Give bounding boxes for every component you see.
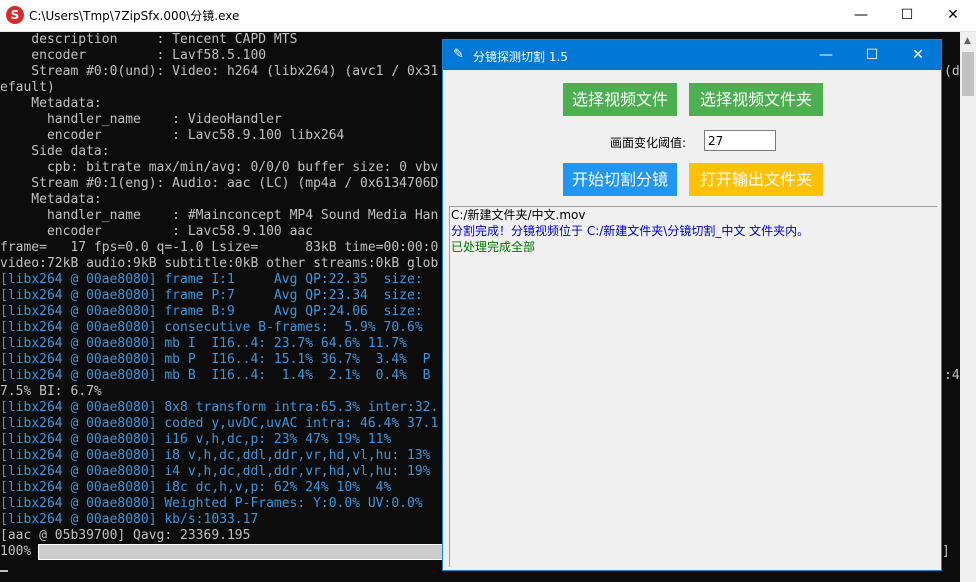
console-minimize-button[interactable]: —: [838, 0, 884, 31]
threshold-input[interactable]: 27: [704, 130, 776, 151]
tool-maximize-button[interactable]: ☐: [849, 40, 895, 70]
log-line: 分割完成！分镜视频位于 C:/新建文件夹\分镜切割_中文 文件夹内。: [451, 224, 810, 238]
scrollbar-thumb[interactable]: [962, 52, 974, 96]
select-video-folder-button[interactable]: 选择视频文件夹: [689, 83, 823, 116]
console-line-fragment: :4: [944, 368, 960, 383]
log-line: C:/新建文件夹/中文.mov: [451, 208, 586, 222]
tool-minimize-button[interactable]: —: [803, 40, 849, 70]
app-icon: S: [6, 6, 24, 24]
tool-close-button[interactable]: ✕: [895, 40, 941, 70]
start-cut-button[interactable]: 开始切割分镜: [563, 163, 677, 196]
threshold-label: 画面变化阈值:: [610, 136, 687, 150]
select-video-file-button[interactable]: 选择视频文件: [563, 83, 677, 116]
tool-window-title: 分镜探测切割 1.5: [473, 50, 568, 64]
tool-window: ✎ 分镜探测切割 1.5 — ☐ ✕ 选择视频文件 选择视频文件夹 画面变化阈值…: [442, 39, 942, 571]
progress-bracket: ]: [942, 544, 950, 559]
open-output-folder-button[interactable]: 打开输出文件夹: [689, 163, 823, 196]
progress-percent: 100%: [0, 544, 32, 559]
tool-title-bar: ✎ 分镜探测切割 1.5 — ☐ ✕: [443, 40, 941, 70]
console-cursor: [0, 570, 8, 572]
console-line-fragment: (d: [944, 64, 960, 79]
log-line: 已处理完成全部: [451, 240, 536, 254]
console-close-button[interactable]: ✕: [930, 0, 976, 31]
console-title-bar: S C:\Users\Tmp\7ZipSfx.000\分镜.exe — ☐ ✕: [0, 0, 976, 32]
log-area: C:/新建文件夹/中文.mov 分割完成！分镜视频位于 C:/新建文件夹\分镜切割…: [449, 207, 936, 567]
feather-icon: ✎: [453, 47, 464, 62]
console-window-title: C:\Users\Tmp\7ZipSfx.000\分镜.exe: [29, 9, 240, 23]
console-scrollbar[interactable]: ▲: [960, 32, 976, 582]
scroll-up-arrow-icon[interactable]: ▲: [964, 36, 971, 46]
console-maximize-button[interactable]: ☐: [884, 0, 930, 31]
